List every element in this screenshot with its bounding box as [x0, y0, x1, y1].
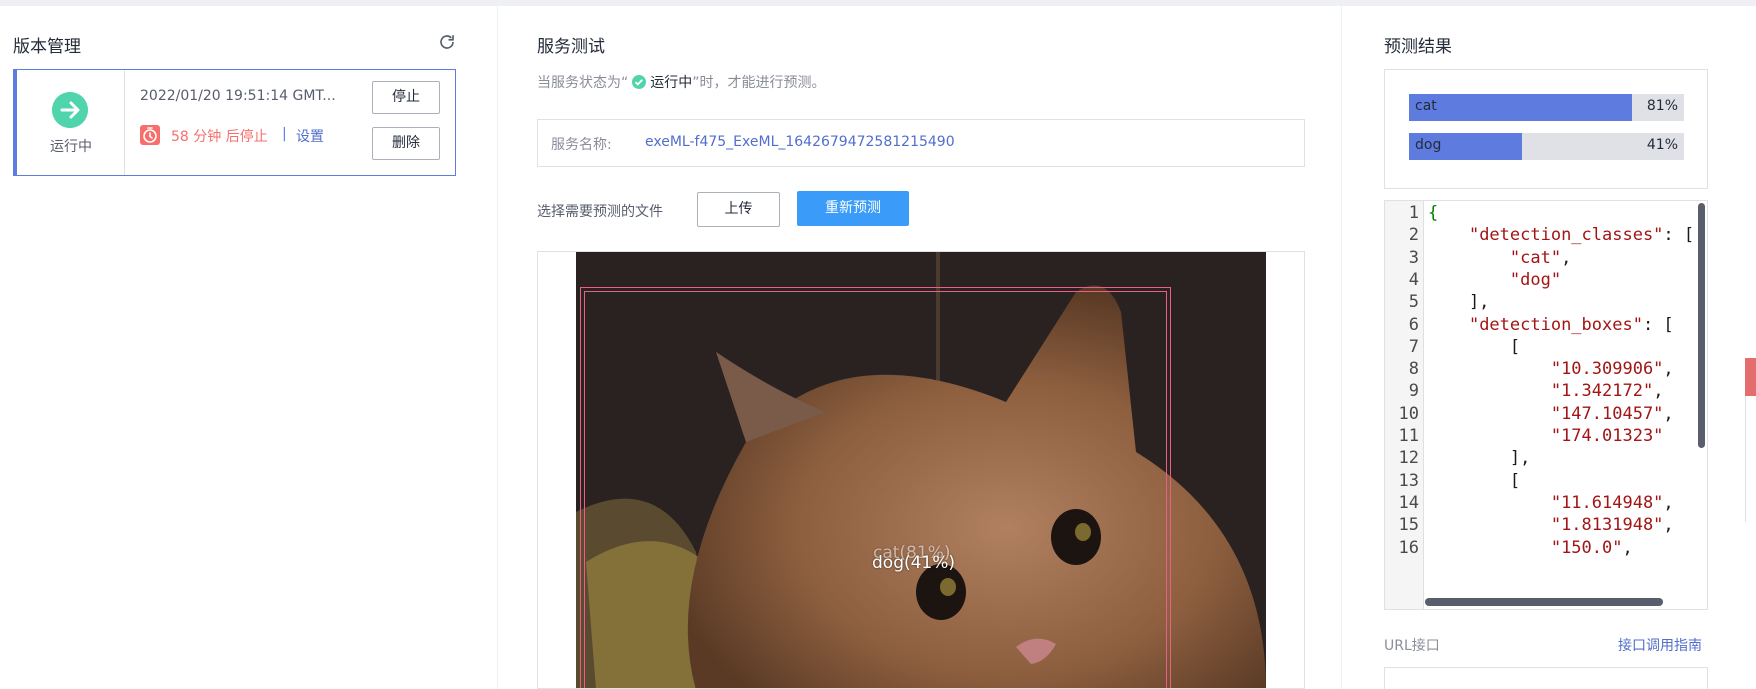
code-line: "10.309906",	[1550, 359, 1674, 380]
service-name-value: exeML-f475_ExeML_1642679472581215490	[645, 134, 955, 150]
running-arrow-icon	[52, 92, 88, 128]
code-line: "147.10457",	[1550, 403, 1674, 424]
dog-bounding-box	[584, 291, 1167, 688]
hint-status: 运行中	[650, 75, 693, 91]
side-float-panel	[1745, 396, 1756, 522]
code-line: "11.614948",	[1550, 492, 1674, 513]
code-line: "cat",	[1509, 247, 1572, 268]
result-bar-dog: dog 41%	[1409, 133, 1684, 160]
line-number: 11	[1398, 426, 1419, 446]
line-number: 3	[1408, 247, 1419, 268]
code-line: "dog"	[1509, 269, 1562, 290]
code-line: "detection_classes": [	[1468, 225, 1695, 246]
line-number: 8	[1408, 359, 1419, 380]
code-line: "detection_boxes": [	[1468, 314, 1674, 335]
line-gutter: 1 2 3 4 5 6 7 8 9 10 11 12 13 14 15 16	[1385, 201, 1424, 609]
refresh-icon[interactable]	[438, 33, 456, 51]
vertical-scrollbar[interactable]	[1698, 203, 1705, 448]
stop-button[interactable]: 停止	[372, 81, 440, 114]
prediction-image-frame: cat(81%) dog(41%)	[537, 251, 1305, 689]
line-number: 10	[1398, 403, 1419, 424]
result-bar-cat: cat 81%	[1409, 94, 1684, 121]
line-number: 1	[1408, 203, 1419, 223]
code-line: [	[1428, 470, 1521, 491]
code-line: {	[1428, 203, 1439, 223]
code-line: ],	[1428, 448, 1531, 469]
service-hint: 当服务状态为“ 运行中”时，才能进行预测。	[537, 72, 826, 92]
code-line: ],	[1428, 292, 1490, 313]
line-number: 5	[1408, 292, 1419, 313]
line-number: 2	[1408, 225, 1419, 246]
version-card[interactable]: 运行中 2022/01/20 19:51:14 GMT... 58 分钟 后停止…	[13, 69, 456, 176]
repredict-button[interactable]: 重新预测	[797, 191, 909, 226]
check-circle-icon	[632, 75, 647, 89]
line-number: 4	[1408, 269, 1419, 290]
result-bar-name: cat	[1415, 98, 1437, 114]
side-float-tab[interactable]	[1745, 358, 1756, 396]
url-interface-label: URL接口	[1384, 638, 1440, 654]
timer-icon	[140, 125, 160, 145]
version-title: 版本管理	[13, 37, 81, 57]
line-number: 12	[1398, 448, 1419, 469]
code-line: "150.0",	[1550, 537, 1633, 558]
code-line: "1.342172",	[1550, 381, 1664, 402]
line-number: 9	[1408, 381, 1419, 402]
status-block: 运行中	[17, 70, 125, 175]
service-name-label: 服务名称:	[551, 137, 612, 153]
separator: |	[282, 126, 287, 142]
select-file-label: 选择需要预测的文件	[537, 204, 663, 220]
url-box	[1384, 667, 1708, 689]
line-number: 7	[1408, 336, 1419, 357]
line-number: 14	[1398, 492, 1419, 513]
service-name-field: 服务名称: exeML-f475_ExeML_16426794725812154…	[537, 119, 1305, 167]
result-bar-fill	[1409, 94, 1632, 121]
result-bar-name: dog	[1415, 137, 1442, 153]
line-number: 6	[1408, 314, 1419, 335]
code-line: [	[1428, 336, 1521, 357]
code-line: "1.8131948",	[1550, 515, 1674, 536]
stop-countdown: 58 分钟 后停止	[171, 129, 268, 145]
version-time: 2022/01/20 19:51:14 GMT...	[140, 88, 336, 104]
dog-detection-label: dog(41%)	[872, 553, 956, 573]
api-guide-link[interactable]: 接口调用指南	[1618, 635, 1702, 655]
hint-prefix: 当服务状态为“	[537, 75, 629, 91]
result-bar-percent: 81%	[1646, 98, 1678, 114]
upload-button[interactable]: 上传	[697, 192, 780, 227]
line-number: 16	[1398, 537, 1419, 558]
setting-link[interactable]: 设置	[296, 126, 324, 146]
result-bar-percent: 41%	[1646, 137, 1678, 153]
line-number: 13	[1398, 470, 1419, 491]
service-test-title: 服务测试	[537, 37, 605, 57]
json-code-viewer[interactable]: 1 2 3 4 5 6 7 8 9 10 11 12 13 14 15 16 { "detection_cla…	[1384, 200, 1708, 610]
code-line: "174.01323"	[1550, 426, 1664, 446]
status-label: 运行中	[50, 139, 92, 155]
result-bars: cat 81% dog 41%	[1384, 69, 1708, 189]
horizontal-scrollbar[interactable]	[1425, 598, 1663, 606]
delete-button[interactable]: 删除	[372, 127, 440, 160]
hint-suffix: ”时，才能进行预测。	[692, 75, 826, 91]
line-number: 15	[1398, 515, 1419, 536]
results-title: 预测结果	[1384, 37, 1452, 57]
